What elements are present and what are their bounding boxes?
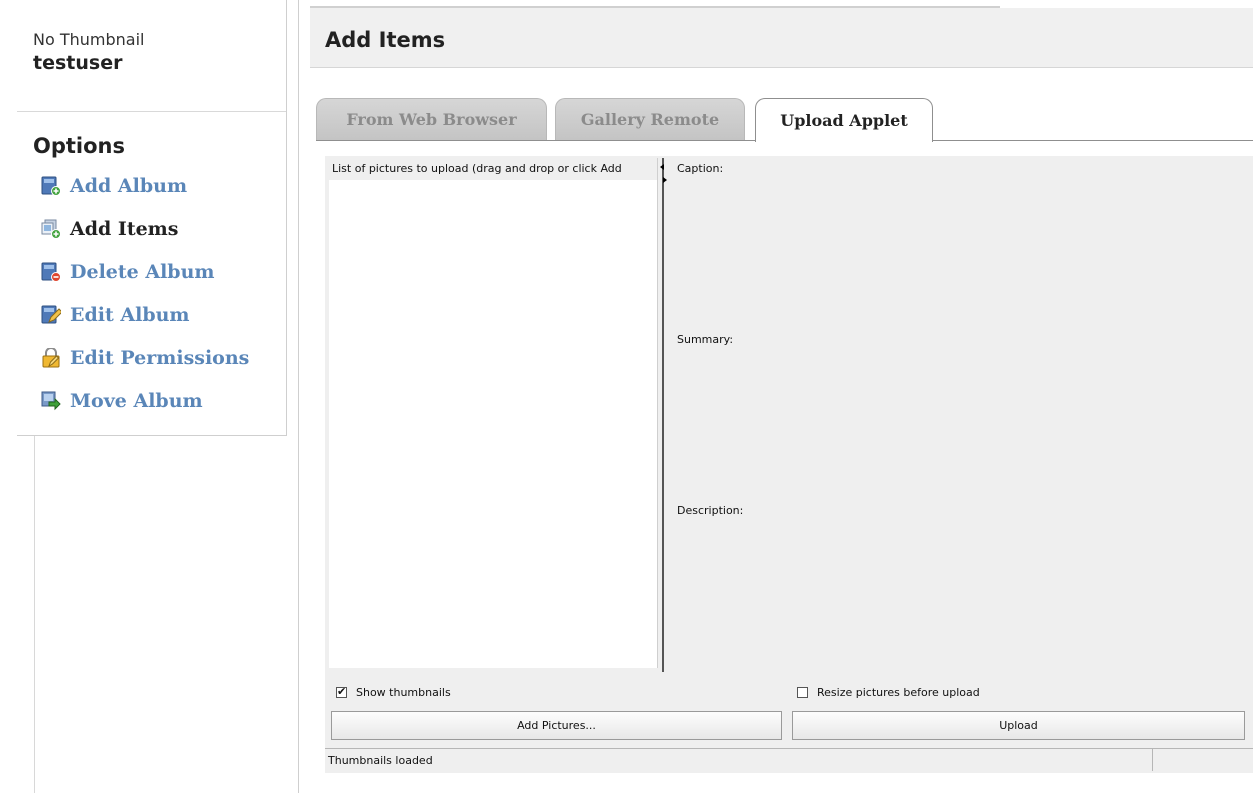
option-edit-permissions[interactable]: Edit Permissions bbox=[41, 336, 286, 379]
option-label: Move Album bbox=[70, 389, 203, 412]
status-text: Thumbnails loaded bbox=[328, 754, 433, 767]
option-label: Edit Permissions bbox=[70, 346, 250, 369]
resize-pictures-label: Resize pictures before upload bbox=[817, 686, 980, 699]
collapse-right-icon[interactable] bbox=[663, 177, 667, 183]
split-bar bbox=[662, 158, 664, 672]
caption-label: Caption: bbox=[677, 162, 724, 175]
main-content: Add Items From Web Browser Gallery Remot… bbox=[310, 0, 1253, 793]
option-add-album[interactable]: Add Album bbox=[41, 164, 286, 207]
resize-pictures-option[interactable]: Resize pictures before upload bbox=[797, 686, 980, 699]
option-label: Add Album bbox=[70, 174, 188, 197]
split-pane-divider[interactable] bbox=[658, 158, 667, 672]
picture-list[interactable]: List of pictures to upload (drag and dro… bbox=[329, 158, 658, 668]
edit-album-icon bbox=[41, 305, 61, 325]
user-block: No Thumbnail testuser bbox=[17, 0, 286, 112]
option-add-items[interactable]: Add Items bbox=[41, 207, 286, 250]
options-list: Add Album Add Items Delete Album Edit Al… bbox=[17, 164, 286, 422]
show-thumbnails-label: Show thumbnails bbox=[356, 686, 451, 699]
option-move-album[interactable]: Move Album bbox=[41, 379, 286, 422]
move-album-icon bbox=[41, 391, 61, 411]
add-album-icon bbox=[41, 176, 61, 196]
upload-applet: List of pictures to upload (drag and dro… bbox=[325, 156, 1253, 773]
summary-label: Summary: bbox=[677, 333, 734, 346]
collapse-left-icon[interactable] bbox=[660, 164, 664, 170]
sidebar-divider bbox=[34, 436, 35, 793]
page-header: Add Items bbox=[310, 8, 1253, 68]
upload-button[interactable]: Upload bbox=[792, 711, 1245, 740]
description-label: Description: bbox=[677, 504, 744, 517]
option-label: Delete Album bbox=[70, 260, 215, 283]
option-label: Edit Album bbox=[70, 303, 190, 326]
tab-from-web-browser[interactable]: From Web Browser bbox=[316, 98, 547, 140]
add-pictures-button[interactable]: Add Pictures... bbox=[331, 711, 782, 740]
page-title: Add Items bbox=[325, 28, 446, 52]
username: testuser bbox=[33, 52, 123, 74]
show-thumbnails-checkbox[interactable] bbox=[336, 685, 347, 698]
option-label: Add Items bbox=[70, 217, 179, 240]
tab-upload-applet[interactable]: Upload Applet bbox=[755, 98, 933, 142]
status-bar: Thumbnails loaded bbox=[325, 748, 1253, 771]
option-delete-album[interactable]: Delete Album bbox=[41, 250, 286, 293]
picture-list-header: List of pictures to upload (drag and dro… bbox=[329, 158, 657, 180]
resize-pictures-checkbox[interactable] bbox=[797, 687, 808, 698]
options-title: Options bbox=[33, 134, 125, 158]
add-items-icon bbox=[41, 219, 61, 239]
option-edit-album[interactable]: Edit Album bbox=[41, 293, 286, 336]
main-divider bbox=[298, 0, 299, 793]
sidebar: No Thumbnail testuser Options Add Album … bbox=[17, 0, 287, 436]
delete-album-icon bbox=[41, 262, 61, 282]
tab-gallery-remote[interactable]: Gallery Remote bbox=[555, 98, 745, 140]
show-thumbnails-option[interactable]: Show thumbnails bbox=[336, 685, 451, 699]
edit-permissions-icon bbox=[41, 347, 61, 368]
thumbnail-placeholder: No Thumbnail bbox=[33, 30, 145, 49]
tab-bar: From Web Browser Gallery Remote Upload A… bbox=[316, 98, 1253, 142]
status-divider bbox=[1152, 749, 1153, 771]
